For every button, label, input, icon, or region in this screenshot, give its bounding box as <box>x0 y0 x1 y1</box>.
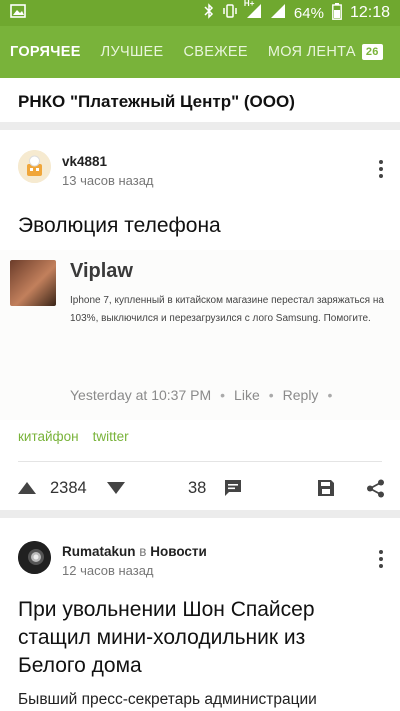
author-avatar[interactable] <box>18 541 51 574</box>
more-options-icon[interactable] <box>378 160 384 178</box>
more-options-icon[interactable] <box>378 550 384 568</box>
post-author[interactable]: vk4881 <box>62 154 107 169</box>
post-actions: 2384 38 <box>0 468 400 508</box>
tab-my-feed[interactable]: МОЯ ЛЕНТА 26 <box>258 26 393 78</box>
post-image[interactable]: Viplaw Iphone 7, купленный в китайском м… <box>0 250 400 420</box>
embed-timestamp: Yesterday at 10:37 PM <box>70 387 212 403</box>
battery-icon <box>332 2 342 24</box>
post-author: Rumatakun в Новости <box>62 544 207 559</box>
clock: 12:18 <box>349 4 390 21</box>
mobile-signal-icon: H+ <box>243 0 262 23</box>
comments-button[interactable] <box>223 468 243 508</box>
actions-separator <box>18 461 382 462</box>
tag-link[interactable]: twitter <box>93 429 129 444</box>
battery-percent: 64% <box>293 4 324 22</box>
post-divider <box>0 510 400 518</box>
embed-author-name: Viplaw <box>70 260 133 282</box>
share-icon <box>367 479 384 497</box>
vibrate-icon <box>222 3 238 23</box>
save-button[interactable] <box>317 468 335 508</box>
feed-tab-bar: ГОРЯЧЕЕ ЛУЧШЕЕ СВЕЖЕЕ МОЯ ЛЕНТА 26 <box>0 26 400 78</box>
my-feed-count-badge: 26 <box>361 44 383 60</box>
status-bar: H+ 64% 12:18 <box>0 0 400 26</box>
embed-dot: • <box>220 387 226 403</box>
arrow-up-icon <box>18 482 36 494</box>
arrow-down-icon <box>107 482 125 494</box>
upvote-button[interactable] <box>17 468 37 508</box>
embed-like: Like <box>234 387 260 403</box>
tab-best[interactable]: ЛУЧШЕЕ <box>91 26 174 78</box>
comment-icon <box>225 480 241 496</box>
embed-reply: Reply <box>282 387 319 403</box>
signal-icon <box>270 3 286 23</box>
post-time: 12 часов назад <box>62 563 154 578</box>
bluetooth-icon <box>204 3 214 23</box>
rating-value: 2384 <box>50 478 87 497</box>
tab-fresh[interactable]: СВЕЖЕЕ <box>174 26 258 78</box>
embed-avatar <box>10 260 56 306</box>
post-divider <box>0 122 400 130</box>
author-name[interactable]: Rumatakun <box>62 544 136 559</box>
comments-count[interactable]: 38 <box>188 468 206 508</box>
share-button[interactable] <box>366 468 385 508</box>
save-icon <box>318 480 334 496</box>
gallery-notification-icon <box>10 4 26 22</box>
downvote-button[interactable] <box>106 468 126 508</box>
embed-dot: • <box>327 387 333 403</box>
community-prefix: в <box>139 544 147 559</box>
post-excerpt: Бывший пресс-секретарь администрации <box>18 691 317 708</box>
author-avatar[interactable] <box>18 150 51 183</box>
embed-text: Iphone 7, купленный в китайском магазине… <box>70 295 384 324</box>
post-title[interactable]: Эволюция телефона <box>18 212 380 239</box>
tab-hot[interactable]: ГОРЯЧЕЕ <box>0 26 91 78</box>
previous-post-title: РНКО "Платежный Центр" (ООО) <box>18 92 295 111</box>
post-time: 13 часов назад <box>62 173 154 188</box>
embed-dot: • <box>268 387 274 403</box>
network-type-label: H+ <box>243 0 255 8</box>
tab-my-feed-label: МОЯ ЛЕНТА <box>267 44 356 60</box>
post-title[interactable]: При увольнении Шон Спайсер стащил мини-х… <box>18 596 378 680</box>
post-tags: китайфон twitter <box>18 429 129 444</box>
embed-footer: Yesterday at 10:37 PM • Like • Reply • <box>70 387 332 403</box>
tag-link[interactable]: китайфон <box>18 429 79 444</box>
community-name[interactable]: Новости <box>150 544 207 559</box>
previous-post: РНКО "Платежный Центр" (ООО) <box>0 78 400 128</box>
